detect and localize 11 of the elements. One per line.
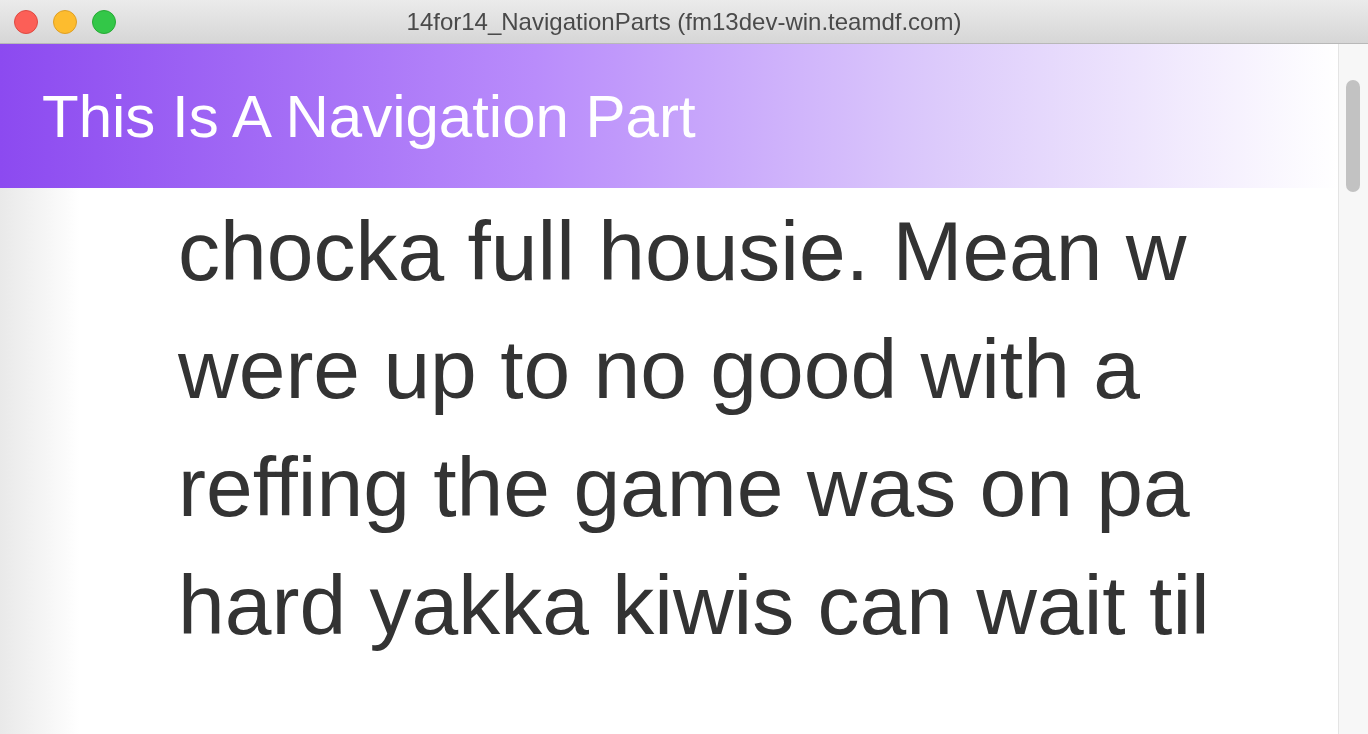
body-text-line: chocka full housie. Mean w [178,203,1188,300]
zoom-button[interactable] [92,10,116,34]
body-text-line: hard yakka kiwis can wait til [178,557,1210,654]
body-text-line: reffing the game was on pa [178,439,1191,536]
scrollbar[interactable] [1338,44,1368,734]
minimize-button[interactable] [53,10,77,34]
body-text-line: were up to no good with a [178,321,1141,418]
window-title: 14for14_NavigationParts (fm13dev-win.teamdf.com) [406,7,962,36]
header-title: This Is A Navigation Part [42,81,696,151]
scroll-thumb[interactable] [1346,80,1360,192]
close-button[interactable] [14,10,38,34]
